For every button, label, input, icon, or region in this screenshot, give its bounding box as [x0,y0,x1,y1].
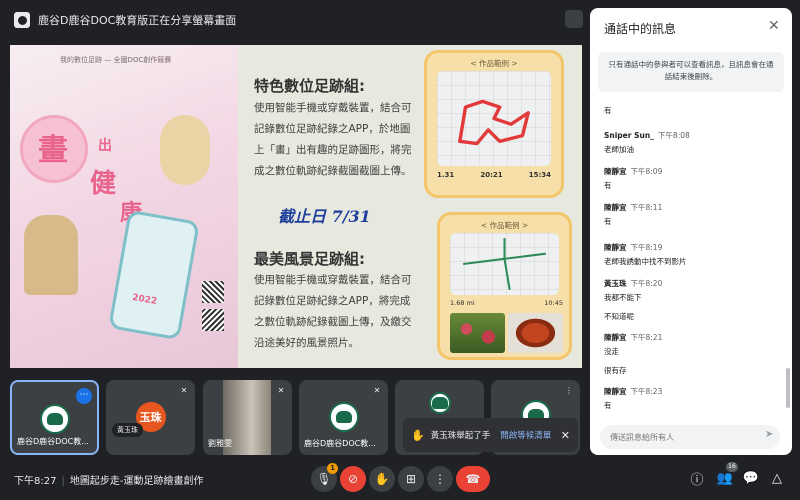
raise-hand-button[interactable]: ✋ [369,466,395,492]
participant-tile[interactable]: ⋯ 鹿谷D鹿谷DOC教... [10,380,99,455]
more-options-icon[interactable]: ⋮ [564,386,574,396]
open-queue-link[interactable]: 開啟等候清單 [500,429,551,441]
chat-message: 陳靜宜 下午8:21 沒走 [604,333,663,356]
shared-screen: 我的數位足跡 — 全國DOC創作競賽 畫 出 健 康 2022 特色數位足跡組:… [10,45,582,368]
stat-time: 10:45 [544,299,563,307]
chat-message: 不知道呢 [604,312,634,321]
fullscreen-button[interactable] [565,10,583,28]
scenery-photo [450,313,505,353]
chat-notice: 只有通話中的參與者可以查看訊息，且訊息會在通話結束後刪除。 [598,52,784,92]
present-button[interactable]: ⊞ [398,466,424,492]
close-icon[interactable]: ✕ [561,429,570,442]
example-card-1: < 作品範例 > 1.31 20:21 15:34 [424,50,564,198]
example-card-2: < 作品範例 > 1.68 mi 10:45 [437,212,572,360]
chat-panel: 通話中的訊息 ✕ 只有通話中的參與者可以查看訊息，且訊息會在通話結束後刪除。 有… [590,8,792,455]
chat-message: 黃玉珠 下午8:20 我都不能下 [604,279,663,302]
raised-hand-icon: ✋ [411,428,425,442]
hand-icon: ✋ [374,472,390,486]
mic-off-icon: ✕ [180,386,188,395]
participant-tile[interactable]: ✕ 劉雅雯 [203,380,292,455]
section-title-feature: 特色數位足跡組: [254,77,365,95]
camera-button[interactable]: ⊘ [340,466,366,492]
poster-title-char: 健 [90,169,117,199]
presentation-banner: 鹿谷D鹿谷DOC教育版正在分享螢幕畫面 [0,0,590,40]
route-drawing [458,99,530,146]
participant-tile[interactable]: ✕ 玉珠 黃玉珠 [106,380,195,455]
mic-off-icon: ✕ [373,386,381,395]
chat-message: 陳靜宜 下午8:11 有 [604,203,663,226]
participant-name: 鹿谷D鹿谷DOC教... [17,437,89,446]
stat-duration: 20:21 [480,171,503,179]
deadline-text: 截止日 7/31 [278,207,371,226]
poster-title-char: 畫 [38,133,68,168]
event-poster: 我的數位足跡 — 全國DOC創作競賽 畫 出 健 康 2022 [10,45,238,368]
presentation-title: 鹿谷D鹿谷DOC教育版正在分享螢幕畫面 [38,14,237,27]
section-body-feature: 使用智能手機或穿戴裝置，結合可記錄數位足跡紀錄之APP，於地圖上「畫」出有趣的足… [254,102,412,177]
phone-illustration [108,209,200,341]
avatar [328,402,359,432]
camera-off-icon: ⊘ [347,472,359,486]
section-title-scenery: 最美風景足跡組: [254,250,365,268]
mic-badge: 1 [327,463,338,474]
send-icon[interactable]: ➤ [765,429,773,440]
people-count-badge: 16 [726,462,738,472]
phone-hangup-icon: ☎ [465,472,481,486]
participant-name: 鹿谷D鹿谷DOC教... [304,439,376,448]
toast-text: 黃玉珠舉起了手 [430,431,491,441]
activities-button[interactable]: △ [768,469,786,487]
info-button[interactable]: ⓘ [688,469,706,488]
stat-distance: 1.31 [437,171,455,179]
qr-code-icon [202,281,224,303]
hand-raised-toast: ✋ 黃玉珠舉起了手 開啟等候清單 ✕ [403,418,578,452]
mic-off-icon: ✕ [277,386,285,395]
poster-caption: 我的數位足跡 — 全國DOC創作競賽 [60,56,172,64]
participant-tile[interactable]: ✕ 鹿谷D鹿谷DOC教... [299,380,388,455]
participant-name: 黃玉珠 [112,423,143,437]
poster-title-char: 出 [98,138,112,154]
chat-message: 陳靜宜 下午8:23 有 [604,387,663,410]
stat-time: 15:34 [528,171,551,179]
people-icon: 👥 [716,470,734,486]
participant-name: 劉雅雯 [208,439,232,448]
girl-illustration [160,115,210,185]
more-options-icon[interactable]: ⋯ [76,388,92,404]
chat-message: Sniper Sun_ 下午8:08 老師加油 [604,131,690,154]
section-body-scenery: 使用智能手機或穿戴裝置，結合可記錄數位足跡紀錄之APP，將完成之數位軌跡紀錄截圖… [254,274,412,349]
presenting-icon [14,12,30,28]
route-map [450,233,559,295]
avatar [39,404,70,434]
route-stats: 1.31 20:21 15:34 [437,171,551,179]
scrollbar[interactable] [786,368,790,408]
chat-title: 通話中的訊息 [604,22,677,36]
activities-icon: △ [772,470,782,486]
qr-code-icon [202,309,224,331]
chat-input[interactable] [600,425,780,449]
clock: 下午8:27 [14,476,57,487]
example-label: < 作品範例 > [480,221,529,230]
chat-message: 陳靜宜 下午8:09 有 [604,167,663,190]
meeting-info: 下午8:27 | 地圖起步走-運動足跡繪畫創作 [14,476,204,487]
route-stats: 1.68 mi 10:45 [450,299,563,307]
close-icon[interactable]: ✕ [768,18,780,34]
route-drawing [463,238,546,291]
chat-message: 陳靜宜 下午8:19 老師我誘動中找不到影片 [604,243,687,266]
avatar [428,392,451,414]
present-icon: ⊞ [405,472,417,486]
scenery-photo [508,313,563,353]
meeting-title: 地圖起步走-運動足跡繪畫創作 [69,476,204,487]
chat-button[interactable]: 💬 [742,469,760,487]
stat-distance: 1.68 mi [450,299,475,307]
end-call-button[interactable]: ☎ [456,466,490,492]
more-vert-icon: ⋮ [434,472,446,486]
farmer-illustration [24,215,78,295]
more-options-button[interactable]: ⋮ [427,466,453,492]
chat-message: 很有存 [604,366,627,375]
mic-icon: 🎙 [316,472,332,486]
chat-icon: 💬 [742,470,760,486]
example-label: < 作品範例 > [470,59,518,68]
info-icon: ⓘ [690,472,704,488]
chat-message: 有 [604,106,612,115]
route-map [437,71,551,166]
